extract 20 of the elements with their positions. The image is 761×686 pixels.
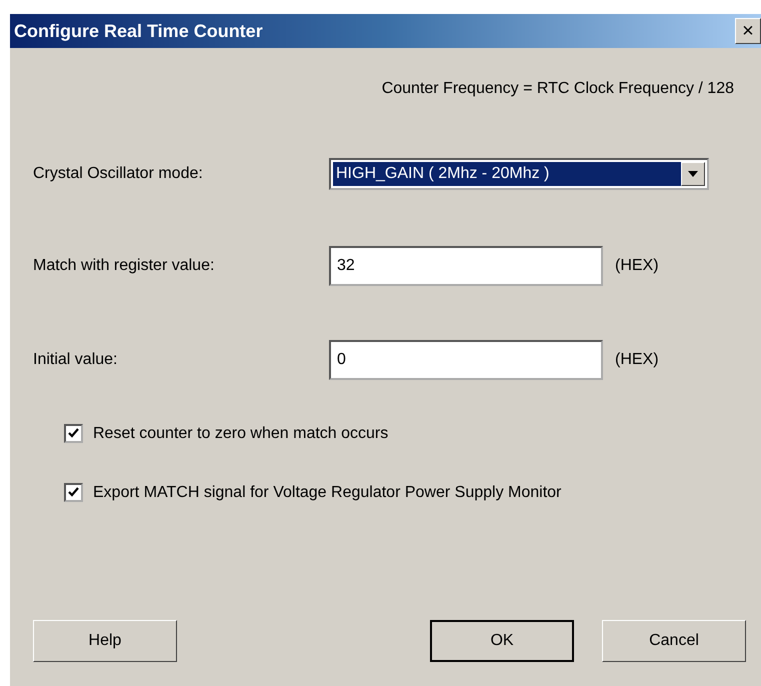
field-label: Initial value:: [33, 351, 118, 369]
checkbox[interactable]: [64, 483, 83, 502]
checkbox-label: Export MATCH signal for Voltage Regulator Power Supply Monitor: [93, 484, 562, 502]
unit-label: (HEX): [615, 351, 659, 369]
mode-dropdown[interactable]: HIGH_GAIN ( 2Mhz - 20Mhz ): [329, 158, 709, 190]
field-label: Crystal Oscillator mode:: [33, 165, 204, 183]
cancel-button[interactable]: Cancel: [602, 620, 746, 662]
window-title: Configure Real Time Counter: [14, 20, 263, 42]
close-button[interactable]: ×: [735, 18, 761, 44]
formula-text: Counter Frequency = RTC Clock Frequency / 128: [382, 80, 734, 98]
input-field[interactable]: 0: [329, 340, 603, 380]
ok-button[interactable]: OK: [430, 620, 574, 662]
help-button[interactable]: Help: [33, 620, 177, 662]
unit-label: (HEX): [615, 257, 659, 275]
checkbox[interactable]: [64, 424, 83, 443]
check-icon: [68, 487, 79, 498]
check-icon: [68, 428, 79, 439]
input-field[interactable]: 32: [329, 246, 603, 286]
field-label: Match with register value:: [33, 257, 216, 275]
checkbox-label: Reset counter to zero when match occurs: [93, 424, 388, 442]
